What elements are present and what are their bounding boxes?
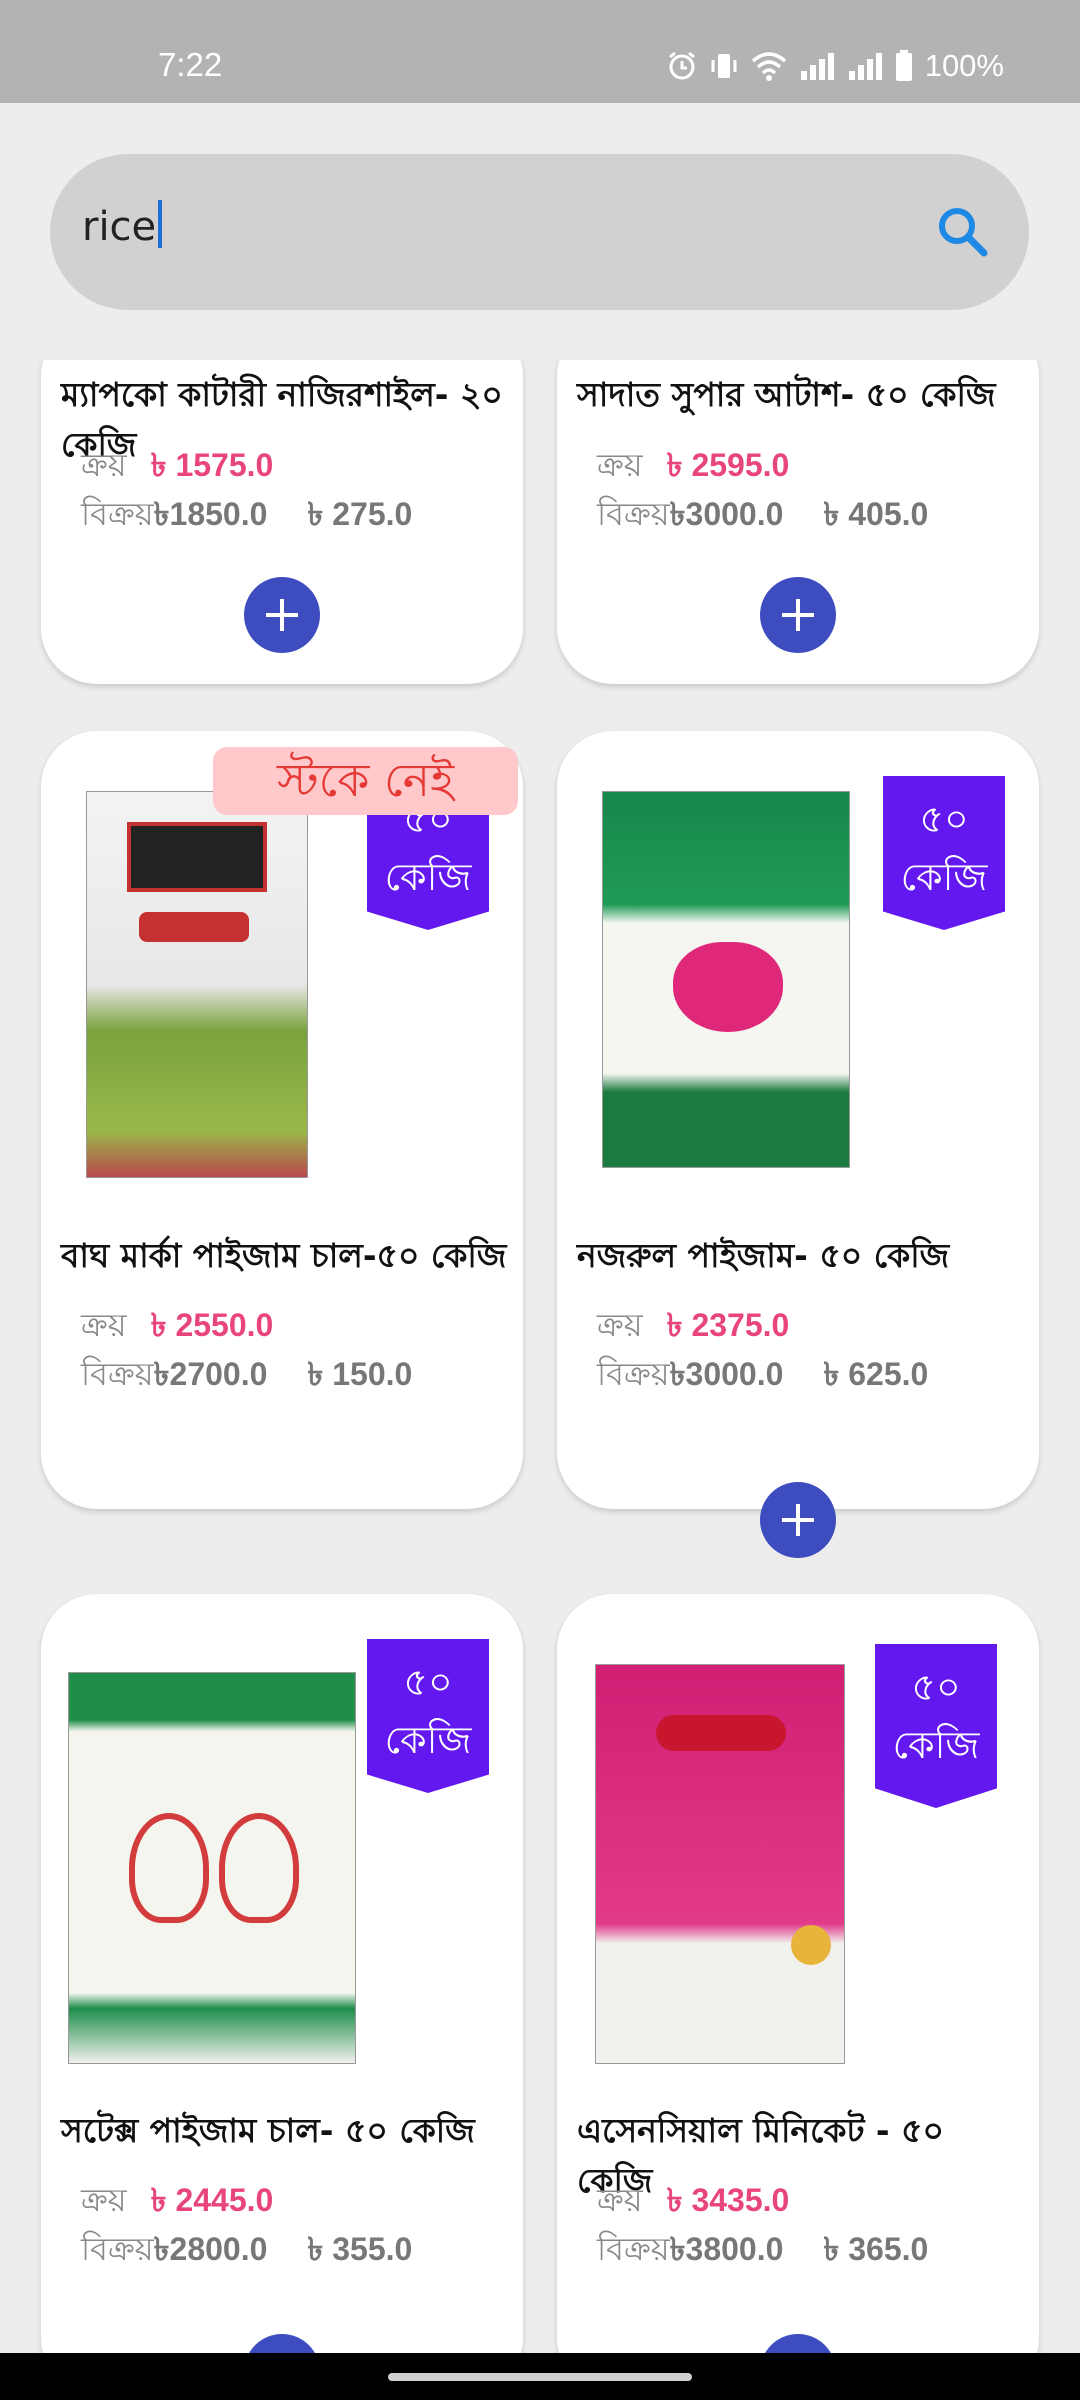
add-button[interactable]	[244, 577, 320, 653]
alarm-icon	[668, 51, 695, 80]
status-icons: 100%	[667, 48, 1004, 84]
add-button[interactable]	[760, 2334, 836, 2353]
product-card[interactable]: ৫০ কেজি সটেক্স পাইজাম চাল- ৫০ কেজি ক্রয়…	[41, 1594, 523, 2353]
signal-icon	[800, 53, 834, 80]
product-image	[86, 791, 308, 1178]
profit: ৳ 365.0	[823, 2231, 929, 2267]
buy-price-row: ক্রয় ৳ 2375.0	[597, 1307, 790, 1343]
battery-icon	[895, 50, 912, 81]
sell-price-row: বিক্রয়৳3000.0 ৳ 625.0	[597, 1356, 929, 1392]
product-title: সাদাত সুপার আটাশ- ৫০ কেজি	[577, 375, 996, 414]
buy-price-row: ক্রয় ৳ 3435.0	[597, 2182, 790, 2218]
search-bar[interactable]: rice	[50, 154, 1029, 310]
sell-price: ৳3000.0	[669, 1356, 784, 1392]
search-query: rice	[82, 204, 157, 250]
battery-level: 100%	[924, 48, 1004, 83]
profit: ৳ 150.0	[307, 1356, 413, 1392]
product-card[interactable]: সাদাত সুপার আটাশ- ৫০ কেজি ক্রয় ৳ 2595.0 …	[557, 360, 1039, 684]
profit: ৳ 625.0	[823, 1356, 929, 1392]
text-caret	[158, 200, 163, 248]
sell-price: ৳2800.0	[153, 2231, 268, 2267]
status-time: 7:22	[158, 46, 223, 83]
sell-price-row: বিক্রয়৳1850.0 ৳ 275.0	[81, 496, 413, 532]
sell-price: ৳3000.0	[669, 496, 784, 532]
sell-price-row: বিক্রয়৳3800.0 ৳ 365.0	[597, 2231, 929, 2267]
weight-tag: ৫০ কেজি	[367, 1639, 489, 1793]
add-button[interactable]	[760, 577, 836, 653]
product-image	[68, 1672, 356, 2064]
search-icon	[939, 208, 988, 257]
status-bar: 7:22 100%	[0, 0, 1080, 103]
buy-price-row: ক্রয় ৳ 2595.0	[597, 447, 790, 483]
product-title: নজরুল পাইজাম- ৫০ কেজি	[577, 1236, 950, 1275]
plus-icon	[782, 1504, 814, 1536]
product-image	[602, 791, 850, 1168]
navigation-bar	[0, 2353, 1080, 2400]
buy-price: ৳ 3435.0	[666, 2182, 790, 2218]
out-of-stock-badge: স্টকে নেই	[213, 747, 518, 815]
sell-price-row: বিক্রয়৳3000.0 ৳ 405.0	[597, 496, 929, 532]
search-input[interactable]: rice	[82, 200, 163, 250]
add-button[interactable]	[244, 2334, 320, 2353]
buy-price: ৳ 2550.0	[150, 1307, 274, 1343]
buy-price: ৳ 2375.0	[666, 1307, 790, 1343]
profit: ৳ 355.0	[307, 2231, 413, 2267]
profit: ৳ 405.0	[823, 496, 929, 532]
search-button[interactable]	[931, 200, 995, 264]
plus-icon	[266, 599, 298, 631]
home-gesture-handle[interactable]	[388, 2373, 692, 2381]
sell-price: ৳2700.0	[153, 1356, 268, 1392]
add-button[interactable]	[760, 1482, 836, 1558]
vibrate-icon	[711, 54, 737, 78]
wifi-icon	[751, 52, 786, 81]
buy-price-row: ক্রয় ৳ 2550.0	[81, 1307, 274, 1343]
sell-price-row: বিক্রয়৳2700.0 ৳ 150.0	[81, 1356, 413, 1392]
product-title: সটেক্স পাইজাম চাল- ৫০ কেজি	[61, 2111, 475, 2150]
buy-price-row: ক্রয় ৳ 1575.0	[81, 447, 274, 483]
product-card[interactable]: ৫০ কেজি এসেনসিয়াল মিনিকেট - ৫০ কেজি ক্র…	[557, 1594, 1039, 2353]
product-card[interactable]: ৫০ কেজি বাঘ মার্কা পাইজাম চাল-৫০ কেজি ক্…	[41, 731, 523, 1509]
sell-price-row: বিক্রয়৳2800.0 ৳ 355.0	[81, 2231, 413, 2267]
plus-icon	[782, 599, 814, 631]
sell-price: ৳3800.0	[669, 2231, 784, 2267]
product-card[interactable]: ম্যাপকো কাটারী নাজিরশাইল- ২০ কেজি ক্রয় ৳…	[41, 360, 523, 684]
buy-price-row: ক্রয় ৳ 2445.0	[81, 2182, 274, 2218]
sell-price: ৳1850.0	[153, 496, 268, 532]
profit: ৳ 275.0	[307, 496, 413, 532]
product-title: বাঘ মার্কা পাইজাম চাল-৫০ কেজি	[61, 1236, 507, 1275]
buy-price: ৳ 2445.0	[150, 2182, 274, 2218]
product-grid[interactable]: ম্যাপকো কাটারী নাজিরশাইল- ২০ কেজি ক্রয় ৳…	[0, 360, 1080, 2353]
buy-price: ৳ 2595.0	[666, 447, 790, 483]
buy-price: ৳ 1575.0	[150, 447, 274, 483]
weight-tag: ৫০ কেজি	[875, 1644, 997, 1808]
signal-icon-2	[848, 53, 882, 80]
product-card[interactable]: ৫০ কেজি নজরুল পাইজাম- ৫০ কেজি ক্রয় ৳ 237…	[557, 731, 1039, 1558]
weight-tag: ৫০ কেজি	[883, 776, 1005, 930]
product-image	[595, 1664, 845, 2064]
